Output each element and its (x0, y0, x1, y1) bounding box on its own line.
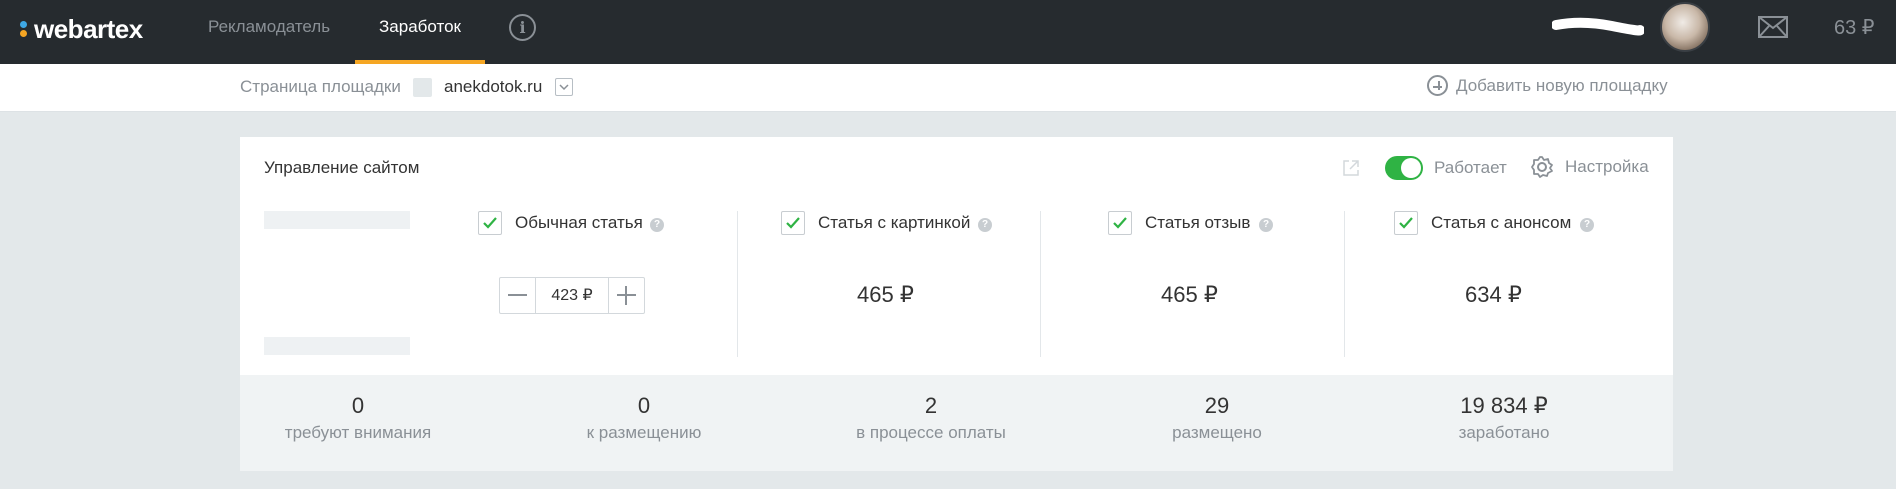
article-type-label: Статья с анонсом (1431, 213, 1572, 232)
stat-placed[interactable]: 29 размещено (1087, 393, 1347, 443)
stat-attention[interactable]: 0 требуют внимания (228, 393, 488, 443)
stat-to-place[interactable]: 0 к размещению (514, 393, 774, 443)
external-link-icon[interactable] (1342, 159, 1360, 177)
stat-value: 0 (351, 393, 365, 418)
logo[interactable]: webartex (18, 12, 143, 46)
stat-label: к размещению (586, 423, 702, 442)
site-dropdown-button[interactable] (555, 78, 573, 96)
article-price: 465 ₽ (1161, 282, 1218, 307)
checkmark-icon (1399, 217, 1413, 229)
column-divider (1344, 211, 1345, 357)
article-type-checkbox-regular[interactable] (478, 211, 502, 235)
price-value[interactable]: 423 ₽ (535, 278, 609, 313)
article-type-checkbox-announce[interactable] (1394, 211, 1418, 235)
tab-earnings[interactable]: Заработок (355, 0, 485, 64)
settings-link[interactable]: Настройка (1565, 157, 1649, 177)
article-type-checkbox-review[interactable] (1108, 211, 1132, 235)
increase-button[interactable] (609, 278, 644, 313)
stat-label: размещено (1172, 423, 1262, 442)
article-type-label: Статья с картинкой (818, 213, 971, 232)
chevron-down-icon (559, 84, 569, 91)
checkmark-icon (483, 217, 497, 229)
stat-earned[interactable]: 19 834 ₽ заработано (1374, 393, 1634, 443)
add-site-label: Добавить новую площадку (1456, 75, 1668, 95)
article-type-label: Обычная статья (515, 213, 643, 232)
logo-icon (18, 19, 30, 39)
username-redacted (1552, 17, 1644, 36)
logo-text: webartex (34, 13, 143, 44)
tab-earnings-label: Заработок (379, 17, 461, 36)
balance[interactable]: 63 ₽ (1834, 15, 1875, 40)
add-site-button[interactable]: Добавить новую площадку (1427, 75, 1668, 96)
help-icon[interactable]: ? (1580, 218, 1594, 232)
loading-placeholder (264, 211, 410, 229)
article-price: 634 ₽ (1465, 282, 1522, 307)
price-stepper[interactable]: 423 ₽ (499, 277, 645, 314)
stat-label: в процессе оплаты (856, 423, 1006, 442)
article-type-label: Статья отзыв (1145, 213, 1251, 232)
article-type-checkbox-image[interactable] (781, 211, 805, 235)
site-status-toggle[interactable] (1385, 156, 1423, 180)
site-status-label: Работает (1434, 158, 1507, 177)
gear-icon[interactable] (1530, 155, 1554, 179)
stat-value: 19 834 ₽ (1460, 393, 1548, 418)
help-icon[interactable]: ? (650, 218, 664, 232)
column-divider (1040, 211, 1041, 357)
site-name[interactable]: anekdotok.ru (444, 77, 542, 97)
stat-payment-in-progress[interactable]: 2 в процессе оплаты (801, 393, 1061, 443)
decrease-button[interactable] (500, 278, 535, 313)
stat-value: 29 (1204, 393, 1230, 418)
stat-value: 2 (924, 393, 938, 418)
tab-advertiser[interactable]: Рекламодатель (208, 0, 330, 64)
site-favicon-icon (413, 78, 432, 97)
card-title: Управление сайтом (264, 158, 420, 177)
loading-placeholder (264, 337, 410, 355)
avatar[interactable] (1660, 2, 1710, 52)
site-page-label: Страница площадки (240, 77, 401, 96)
help-icon[interactable]: ? (978, 218, 992, 232)
site-selector-bar: Страница площадки anekdotok.ru Добавить … (0, 64, 1896, 112)
stat-label: требуют внимания (284, 423, 432, 442)
top-navbar: webartex Рекламодатель Заработок i 63 ₽ (0, 0, 1896, 64)
stat-label: заработано (1458, 423, 1550, 442)
site-management-card: Управление сайтом Работает Настройка Обы… (240, 137, 1673, 471)
checkmark-icon (1113, 217, 1127, 229)
mail-icon[interactable] (1758, 16, 1788, 38)
plus-circle-icon (1427, 75, 1448, 96)
help-icon[interactable]: ? (1259, 218, 1273, 232)
checkmark-icon (786, 217, 800, 229)
site-stats: 0 требуют внимания 0 к размещению 2 в пр… (240, 375, 1673, 471)
column-divider (737, 211, 738, 357)
stat-value: 0 (637, 393, 651, 418)
article-price: 465 ₽ (857, 282, 914, 307)
info-icon[interactable]: i (509, 14, 536, 41)
